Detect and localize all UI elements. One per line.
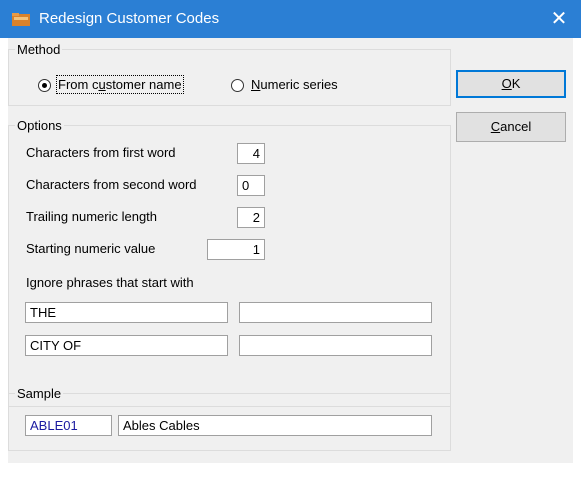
ignore-phrase-field[interactable]: THE (25, 302, 228, 323)
ignore-phrase-field[interactable] (239, 335, 432, 356)
starting-value-field[interactable]: 1 (207, 239, 265, 260)
from-customer-name-label[interactable]: From customer name (56, 75, 184, 94)
window-bottom-border (0, 463, 581, 478)
radio-from-customer-name[interactable] (38, 79, 51, 92)
numeric-series-label[interactable]: Numeric series (251, 77, 338, 92)
sample-name-field: Ables Cables (118, 415, 432, 436)
options-group: Options Characters from first word 4 Cha… (8, 118, 451, 407)
ignore-phrase-field[interactable]: CITY OF (25, 335, 228, 356)
close-icon[interactable]: ✕ (543, 5, 575, 33)
second-word-field[interactable]: 0 (237, 175, 265, 196)
ignore-phrases-label: Ignore phrases that start with (26, 275, 194, 290)
second-word-label: Characters from second word (26, 177, 197, 192)
ignore-phrase-field[interactable] (239, 302, 432, 323)
radio-numeric-series[interactable] (231, 79, 244, 92)
method-legend: Method (15, 42, 63, 57)
sample-group: Sample ABLE01 Ables Cables (8, 386, 451, 451)
sample-code-field: ABLE01 (25, 415, 112, 436)
cancel-button[interactable]: Cancel (456, 112, 566, 142)
window-title: Redesign Customer Codes (39, 10, 220, 27)
trailing-length-label: Trailing numeric length (26, 209, 158, 224)
first-word-field[interactable]: 4 (237, 143, 265, 164)
title-bar: Redesign Customer Codes ✕ (0, 0, 581, 38)
radio-selected-dot (42, 83, 47, 88)
dialog-body: Method From customer name Numeric series… (8, 38, 573, 463)
app-folder-icon (12, 13, 30, 26)
options-legend: Options (15, 118, 64, 133)
sample-legend: Sample (15, 386, 64, 401)
starting-value-label: Starting numeric value (26, 241, 156, 256)
method-group: Method From customer name Numeric series (8, 42, 451, 106)
first-word-label: Characters from first word (26, 145, 176, 160)
trailing-length-field[interactable]: 2 (237, 207, 265, 228)
ok-button[interactable]: OK (456, 70, 566, 98)
